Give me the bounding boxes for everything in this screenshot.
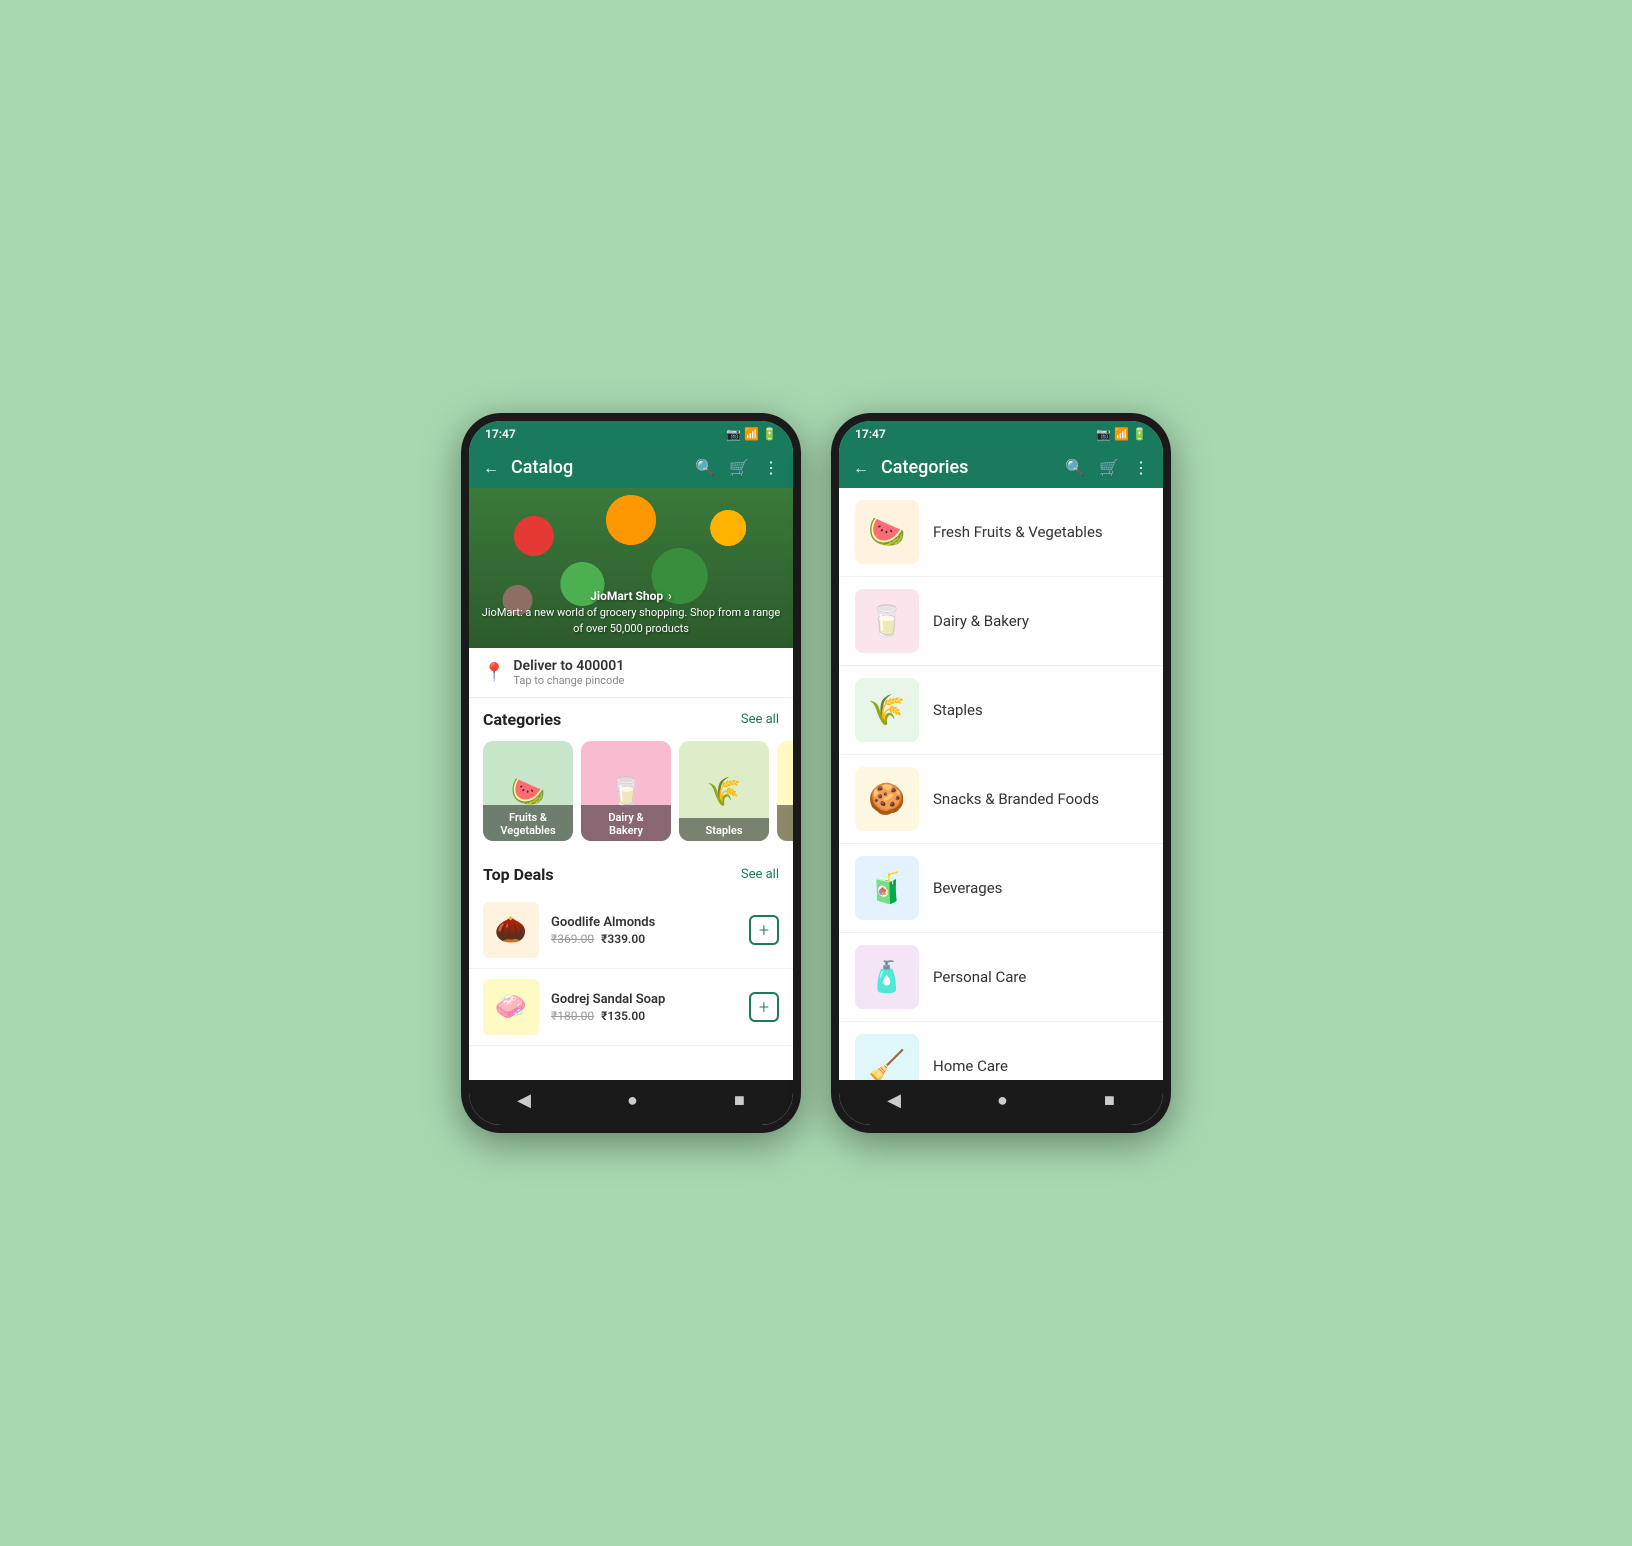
deal-almonds-info: Goodlife Almonds ₹369.00 ₹339.00: [551, 915, 737, 946]
top-deals-see-all[interactable]: See all: [741, 867, 779, 882]
cat-card-st[interactable]: 🌾 Staples: [679, 741, 769, 841]
catalog-title: Catalog: [511, 457, 683, 478]
cat-thumb-hc: 🧹: [855, 1034, 919, 1080]
cat-thumb-sn: 🍪: [855, 767, 919, 831]
deal-almonds-old-price: ₹369.00: [551, 932, 594, 946]
delivery-info: Deliver to 400001 Tap to change pincode: [513, 658, 624, 687]
cat-item-fv[interactable]: 🍉 Fresh Fruits & Vegetables: [839, 488, 1163, 577]
cat-item-bv[interactable]: 🧃 Beverages: [839, 844, 1163, 933]
cat-card-st-label: Staples: [679, 818, 769, 841]
categories-time: 17:47: [855, 427, 886, 441]
catalog-back-button[interactable]: ←: [483, 458, 499, 478]
deal-soap-old-price: ₹180.00: [551, 1009, 594, 1023]
categories-nav-square[interactable]: ■: [1104, 1090, 1115, 1111]
catalog-cart-icon[interactable]: 🛒: [729, 458, 749, 477]
categories-scroll: 🍉 Fruits &Vegetables 🥛 Dairy &Bakery 🌾 S…: [469, 737, 793, 853]
deal-almonds-prices: ₹369.00 ₹339.00: [551, 932, 737, 946]
catalog-status-icons: 📷 📶 🔋: [726, 427, 777, 441]
cat-thumb-db: 🥛: [855, 589, 919, 653]
cat-thumb-st: 🌾: [855, 678, 919, 742]
delivery-row[interactable]: 📍 Deliver to 400001 Tap to change pincod…: [469, 648, 793, 698]
delivery-tap-text: Tap to change pincode: [513, 674, 624, 687]
catalog-nav-bar: ◀ ● ■: [469, 1080, 793, 1125]
cat-thumb-pc: 🧴: [855, 945, 919, 1009]
categories-list: 🍉 Fresh Fruits & Vegetables 🥛 Dairy & Ba…: [839, 488, 1163, 1080]
catalog-time: 17:47: [485, 427, 516, 441]
categories-back-button[interactable]: ←: [853, 458, 869, 478]
categories-more-icon[interactable]: ⋮: [1133, 458, 1149, 477]
cat-name-hc: Home Care: [933, 1057, 1008, 1075]
cat-name-pc: Personal Care: [933, 968, 1026, 986]
cat-card-fv-label: Fruits &Vegetables: [483, 805, 573, 841]
cat-thumb-bv: 🧃: [855, 856, 919, 920]
catalog-screen: 17:47 📷 📶 🔋 ← Catalog 🔍 🛒 ⋮ JioMart Shop…: [469, 421, 793, 1125]
deal-soap-info: Godrej Sandal Soap ₹180.00 ₹135.00: [551, 992, 737, 1023]
cat-item-db[interactable]: 🥛 Dairy & Bakery: [839, 577, 1163, 666]
cat-name-bv: Beverages: [933, 879, 1002, 897]
deal-soap-add-button[interactable]: +: [749, 992, 779, 1022]
cat-name-st: Staples: [933, 701, 983, 719]
categories-search-icon[interactable]: 🔍: [1065, 458, 1085, 477]
phone-categories: 17:47 📷 📶 🔋 ← Categories 🔍 🛒 ⋮ 🍉 Fresh F…: [831, 413, 1171, 1133]
catalog-search-icon[interactable]: 🔍: [695, 458, 715, 477]
categories-title: Categories: [881, 457, 1053, 478]
deal-almonds: 🌰 Goodlife Almonds ₹369.00 ₹339.00 +: [469, 892, 793, 969]
pin-icon: 📍: [483, 662, 505, 683]
cat-card-fv[interactable]: 🍉 Fruits &Vegetables: [483, 741, 573, 841]
cat-name-fv: Fresh Fruits & Vegetables: [933, 523, 1103, 541]
shop-name: JioMart Shop ›: [481, 581, 781, 605]
catalog-nav-home[interactable]: ●: [627, 1090, 638, 1111]
cat-item-hc[interactable]: 🧹 Home Care: [839, 1022, 1163, 1080]
categories-section-header: Categories See all: [469, 698, 793, 737]
deal-almonds-name: Goodlife Almonds: [551, 915, 737, 930]
cat-card-db-label: Dairy &Bakery: [581, 805, 671, 841]
deal-soap: 🧼 Godrej Sandal Soap ₹180.00 ₹135.00 +: [469, 969, 793, 1046]
deal-almonds-add-button[interactable]: +: [749, 915, 779, 945]
catalog-nav-back[interactable]: ◀: [517, 1090, 531, 1111]
categories-status-icons: 📷 📶 🔋: [1096, 427, 1147, 441]
cat-name-db: Dairy & Bakery: [933, 612, 1029, 630]
deal-soap-new-price: ₹135.00: [601, 1009, 645, 1023]
categories-cart-icon[interactable]: 🛒: [1099, 458, 1119, 477]
deal-soap-prices: ₹180.00 ₹135.00: [551, 1009, 737, 1023]
categories-status-bar: 17:47 📷 📶 🔋: [839, 421, 1163, 447]
cat-name-sn: Snacks & Branded Foods: [933, 790, 1099, 808]
deal-almonds-image: 🌰: [483, 902, 539, 958]
catalog-action-icons: 🔍 🛒 ⋮: [695, 458, 779, 477]
deal-almonds-new-price: ₹339.00: [601, 932, 645, 946]
delivery-pincode: Deliver to 400001: [513, 658, 624, 674]
categories-nav-back[interactable]: ◀: [887, 1090, 901, 1111]
categories-see-all[interactable]: See all: [741, 712, 779, 727]
categories-screen: 17:47 📷 📶 🔋 ← Categories 🔍 🛒 ⋮ 🍉 Fresh F…: [839, 421, 1163, 1125]
categories-nav-home[interactable]: ●: [997, 1090, 1008, 1111]
deal-soap-image: 🧼: [483, 979, 539, 1035]
categories-app-bar: ← Categories 🔍 🛒 ⋮: [839, 447, 1163, 488]
catalog-app-bar: ← Catalog 🔍 🛒 ⋮: [469, 447, 793, 488]
cat-card-db[interactable]: 🥛 Dairy &Bakery: [581, 741, 671, 841]
top-deals-title: Top Deals: [483, 865, 554, 884]
shop-description: JioMart: a new world of grocery shopping…: [481, 605, 781, 636]
top-deals-section: Top Deals See all 🌰 Goodlife Almonds ₹36…: [469, 853, 793, 1054]
cat-item-st[interactable]: 🌾 Staples: [839, 666, 1163, 755]
catalog-status-bar: 17:47 📷 📶 🔋: [469, 421, 793, 447]
top-deals-header: Top Deals See all: [469, 853, 793, 892]
cat-thumb-fv: 🍉: [855, 500, 919, 564]
hero-text-block: JioMart Shop › JioMart: a new world of g…: [481, 581, 781, 636]
catalog-more-icon[interactable]: ⋮: [763, 458, 779, 477]
cat-item-pc[interactable]: 🧴 Personal Care: [839, 933, 1163, 1022]
cat-card-sn[interactable]: 🍪 Sna...Bra...: [777, 741, 793, 841]
cat-card-sn-label: Sna...Bra...: [777, 805, 793, 841]
cat-item-sn[interactable]: 🍪 Snacks & Branded Foods: [839, 755, 1163, 844]
categories-section-title: Categories: [483, 710, 561, 729]
hero-banner: JioMart Shop › JioMart: a new world of g…: [469, 488, 793, 648]
categories-action-icons: 🔍 🛒 ⋮: [1065, 458, 1149, 477]
deal-soap-name: Godrej Sandal Soap: [551, 992, 737, 1007]
catalog-content: JioMart Shop › JioMart: a new world of g…: [469, 488, 793, 1080]
categories-nav-bar: ◀ ● ■: [839, 1080, 1163, 1125]
catalog-nav-square[interactable]: ■: [734, 1090, 745, 1111]
phone-catalog: 17:47 📷 📶 🔋 ← Catalog 🔍 🛒 ⋮ JioMart Shop…: [461, 413, 801, 1133]
